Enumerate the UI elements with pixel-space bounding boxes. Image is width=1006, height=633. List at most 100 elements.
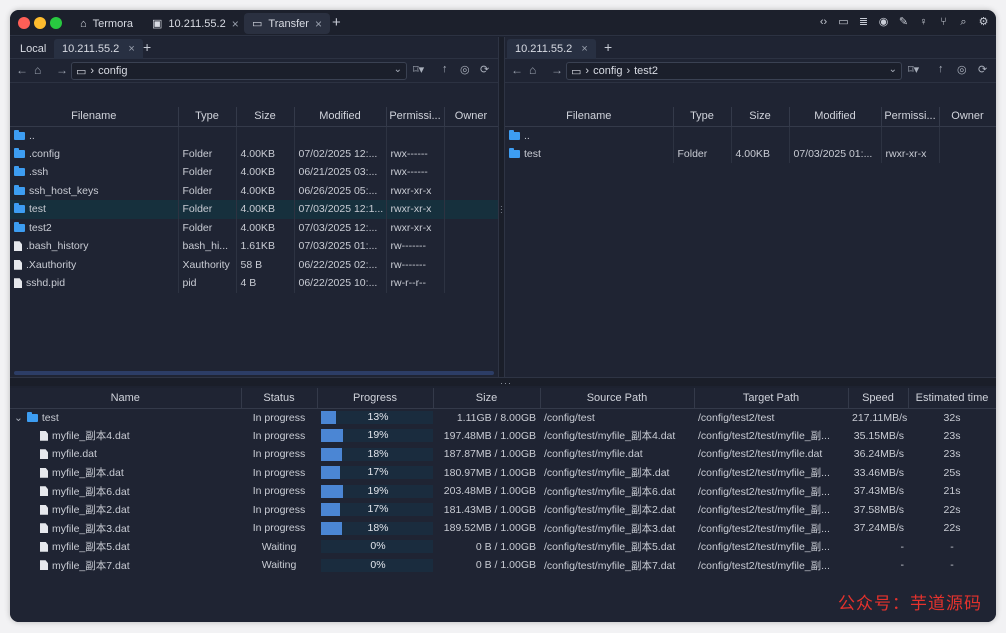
status-cell: In progress	[252, 522, 306, 535]
path-segment[interactable]: config	[98, 65, 127, 77]
column-size[interactable]: Size	[236, 107, 295, 127]
arrow-up-icon[interactable]: ↑	[442, 63, 448, 75]
notes-icon[interactable]: ≣	[857, 15, 870, 29]
pencil-icon[interactable]: ✎	[897, 15, 910, 29]
file-row[interactable]: ..	[10, 126, 499, 145]
close-tab-icon[interactable]: ×	[232, 17, 239, 31]
column-owner[interactable]: Owner	[939, 107, 996, 127]
file-row[interactable]: .ssh Folder 4.00KB 06/21/2025 03:... rwx----…	[10, 163, 499, 182]
tab-remote[interactable]: 10.211.55.2 ×	[54, 39, 143, 59]
column-progress[interactable]: Progress	[317, 388, 434, 409]
horizontal-scrollbar[interactable]	[14, 371, 494, 375]
column-modified[interactable]: Modified	[789, 107, 882, 127]
branch-icon[interactable]: ⑂	[937, 15, 950, 29]
close-tab-icon[interactable]: ×	[128, 43, 134, 55]
tab-local[interactable]: Local	[12, 39, 54, 59]
minimize-window-button[interactable]	[34, 17, 46, 29]
record-icon[interactable]: ◉	[877, 15, 890, 29]
file-row[interactable]: test Folder 4.00KB 07/03/2025 12:1... rwxr-x…	[10, 200, 499, 219]
column-modified[interactable]: Modified	[294, 107, 387, 127]
path-field[interactable]: ▭ › config › test2 ⌄	[566, 62, 902, 80]
tab-transfer[interactable]: ▭ Transfer ×	[244, 13, 330, 34]
bookmark-icon[interactable]: ⌑▾	[908, 63, 919, 76]
pane-divider[interactable]: · · ·	[498, 37, 505, 377]
transfer-row[interactable]: myfile_副本4.dat In progress 19% 197.48MB / 1…	[10, 427, 996, 446]
new-tab-button[interactable]: +	[143, 39, 151, 55]
back-icon[interactable]: ←	[16, 63, 28, 77]
transfer-row[interactable]: myfile_副本7.dat Waiting 0% 0 B / 1.00GB/conf…	[10, 556, 996, 575]
file-row[interactable]: ..	[505, 126, 996, 145]
drag-handle-icon: ···	[500, 202, 503, 217]
code-icon[interactable]: ‹›	[817, 15, 830, 29]
close-tab-icon[interactable]: ×	[315, 17, 322, 31]
eye-icon[interactable]: ◎	[460, 63, 470, 76]
modified-cell: 07/03/2025 12:1...	[294, 200, 387, 219]
column-filename[interactable]: Filename	[505, 107, 674, 127]
path-bar: ← ⌂ → ▭ › config ⌄ ⌑▾ ↑ ◎ ⟳	[10, 59, 498, 83]
file-row[interactable]: .Xauthority Xauthority 58 B 06/22/2025 02:.…	[10, 255, 499, 274]
queue-divider[interactable]: ···	[10, 377, 996, 388]
column-name[interactable]: Name	[10, 388, 242, 409]
target-path-cell: /config/test2/test/myfile_副...	[698, 541, 830, 554]
transfer-row[interactable]: myfile_副本3.dat In progress 18% 189.52MB / 1…	[10, 519, 996, 538]
file-row[interactable]: test2 Folder 4.00KB 07/03/2025 12:... rwxr-x…	[10, 218, 499, 237]
file-row[interactable]: test Folder 4.00KB 07/03/2025 01:... rwxr-xr…	[505, 144, 996, 163]
home-icon[interactable]: ⌂	[34, 63, 41, 77]
back-icon[interactable]: ←	[511, 63, 523, 77]
new-tab-button[interactable]: +	[604, 39, 612, 55]
gear-icon[interactable]: ⚙	[977, 15, 990, 29]
search-icon[interactable]: ⌕	[957, 15, 970, 29]
path-field[interactable]: ▭ › config ⌄	[71, 62, 407, 80]
column-type[interactable]: Type	[673, 107, 732, 127]
column-permissions[interactable]: Permissi...	[386, 107, 445, 127]
column-source-path[interactable]: Source Path	[540, 388, 695, 409]
file-row[interactable]: sshd.pid pid 4 B 06/22/2025 10:... rw-r--r--	[10, 274, 499, 293]
path-segment[interactable]: test2	[634, 65, 658, 77]
file-row[interactable]: .bash_history bash_hi... 1.61KB 07/03/2025 …	[10, 237, 499, 256]
filename: .config	[14, 147, 177, 160]
progress-bar: 17%	[321, 503, 433, 517]
owner-cell	[444, 237, 499, 256]
column-filename[interactable]: Filename	[10, 107, 179, 127]
column-permissions[interactable]: Permissi...	[881, 107, 940, 127]
column-target-path[interactable]: Target Path	[694, 388, 849, 409]
chevron-down-icon[interactable]: ⌄	[14, 412, 23, 424]
file-row[interactable]: ssh_host_keys Folder 4.00KB 06/26/2025 05:.…	[10, 181, 499, 200]
arrow-up-icon[interactable]: ↑	[938, 63, 944, 75]
tab-ssh-session[interactable]: ▣ 10.211.55.2 ×	[144, 13, 247, 34]
column-size[interactable]: Size	[731, 107, 790, 127]
column-type[interactable]: Type	[178, 107, 237, 127]
transfer-row[interactable]: myfile.dat In progress 18% 187.87MB / 1.00G…	[10, 445, 996, 464]
size-cell: 180.97MB / 1.00GB	[443, 466, 536, 479]
transfer-row[interactable]: myfile_副本6.dat In progress 19% 203.48MB / 1…	[10, 482, 996, 501]
path-segment[interactable]: config	[593, 65, 622, 77]
chevron-down-icon[interactable]: ⌄	[394, 64, 402, 75]
close-tab-icon[interactable]: ×	[581, 43, 587, 55]
chevron-down-icon[interactable]: ⌄	[889, 64, 897, 75]
column-estimated-time[interactable]: Estimated time	[908, 388, 996, 409]
column-owner[interactable]: Owner	[444, 107, 499, 127]
forward-icon[interactable]: →	[551, 63, 563, 77]
home-icon[interactable]: ⌂	[529, 63, 536, 77]
file-row[interactable]: .config Folder 4.00KB 07/02/2025 12:... rwx-…	[10, 144, 499, 163]
folder-icon[interactable]: ▭	[837, 15, 850, 29]
column-speed[interactable]: Speed	[848, 388, 909, 409]
type-cell: Folder	[673, 144, 732, 163]
transfer-row[interactable]: myfile_副本2.dat In progress 17% 181.43MB / 1…	[10, 501, 996, 520]
refresh-icon[interactable]: ⟳	[978, 63, 987, 76]
eye-icon[interactable]: ◎	[957, 63, 967, 76]
transfer-row[interactable]: ⌄ test In progress 13% 1.11GB / 8.00GB/confi…	[10, 408, 996, 427]
refresh-icon[interactable]: ⟳	[480, 63, 489, 76]
close-window-button[interactable]	[18, 17, 30, 29]
column-size[interactable]: Size	[433, 388, 541, 409]
bookmark-icon[interactable]: ⌑▾	[413, 63, 424, 76]
key-icon[interactable]: ♀	[917, 15, 930, 29]
zoom-window-button[interactable]	[50, 17, 62, 29]
new-tab-button[interactable]: +	[332, 14, 341, 31]
tab-remote[interactable]: 10.211.55.2 ×	[507, 39, 596, 59]
column-status[interactable]: Status	[241, 388, 318, 409]
transfer-row[interactable]: myfile_副本.dat In progress 17% 180.97MB / 1.…	[10, 464, 996, 483]
forward-icon[interactable]: →	[56, 63, 68, 77]
transfer-row[interactable]: myfile_副本5.dat Waiting 0% 0 B / 1.00GB/conf…	[10, 538, 996, 557]
tab-termora[interactable]: ⌂ Termora	[72, 13, 141, 34]
